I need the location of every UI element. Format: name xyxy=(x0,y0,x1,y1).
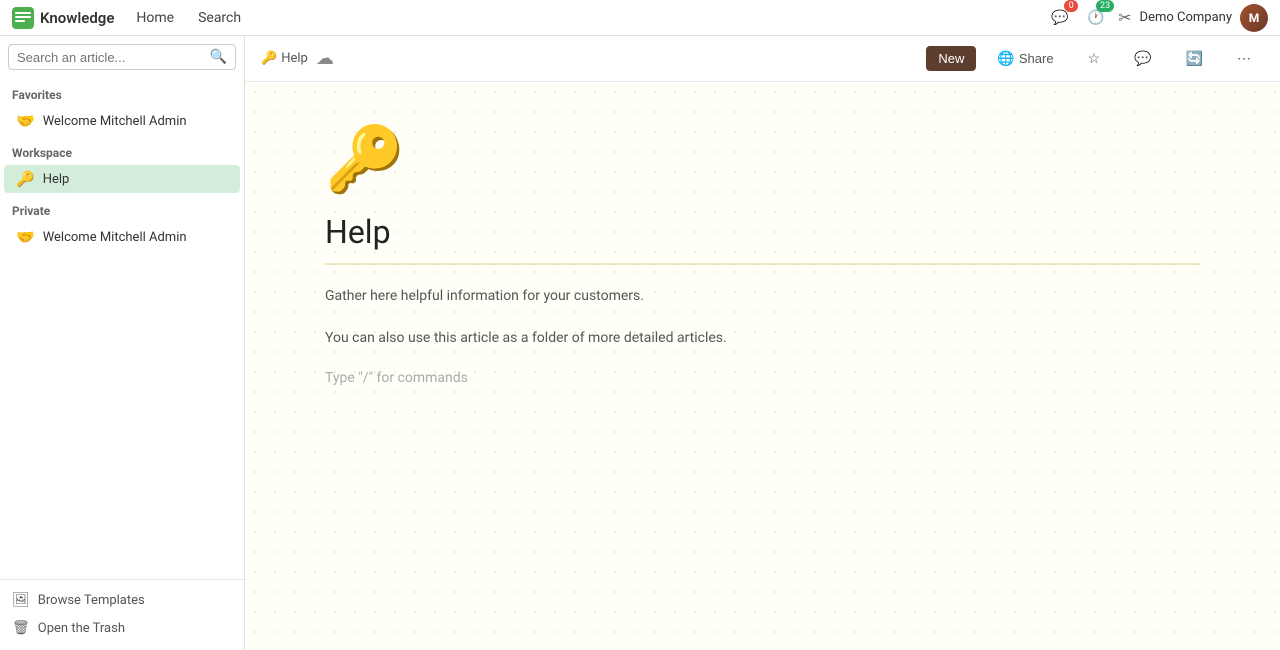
cloud-save-icon[interactable]: ☁ xyxy=(316,48,334,69)
article-content: 🔑 Help Gather here helpful information f… xyxy=(245,82,1280,650)
company-name-label[interactable]: Demo Company xyxy=(1140,10,1232,25)
sidebar-item-help[interactable]: 🔑 Help xyxy=(4,165,240,193)
favorites-section-title: Favorites xyxy=(0,78,244,106)
main-layout: 🔍 Favorites 🤝 Welcome Mitchell Admin Wor… xyxy=(0,36,1280,650)
share-icon: 🌐 xyxy=(997,50,1014,67)
article-title[interactable]: Help xyxy=(325,213,1200,265)
avatar-initials: M xyxy=(1240,4,1268,32)
search-icon[interactable]: 🔍 xyxy=(210,49,227,65)
avatar[interactable]: M xyxy=(1240,4,1268,32)
nav-home[interactable]: Home xyxy=(126,6,184,30)
sidebar-item-welcome-fav[interactable]: 🤝 Welcome Mitchell Admin xyxy=(4,107,240,135)
chat-notifications-btn[interactable]: 💬 0 xyxy=(1046,4,1074,32)
browse-templates-btn[interactable]: 🖼 Browse Templates xyxy=(0,586,244,614)
workspace-section-title: Workspace xyxy=(0,136,244,164)
breadcrumb: 🔑 Help xyxy=(261,51,308,66)
open-trash-label: Open the Trash xyxy=(38,621,125,636)
more-button[interactable]: ⋯ xyxy=(1224,44,1264,73)
comment-button[interactable]: 💬 xyxy=(1121,44,1164,73)
history-icon: 🔄 xyxy=(1186,50,1203,67)
article-paragraph-1: Gather here helpful information for your… xyxy=(325,285,1200,307)
sidebar-item-welcome-fav-label: Welcome Mitchell Admin xyxy=(43,114,187,129)
content-toolbar: 🔑 Help ☁ New 🌐 Share ☆ 💬 🔄 ⋯ xyxy=(245,36,1280,82)
star-button[interactable]: ☆ xyxy=(1075,44,1114,73)
app-name-label: Knowledge xyxy=(40,9,114,27)
search-box[interactable]: 🔍 xyxy=(8,44,236,70)
help-icon: 🔑 xyxy=(16,170,35,188)
activity-badge: 23 xyxy=(1096,0,1114,12)
share-button[interactable]: 🌐 Share xyxy=(984,44,1066,73)
activity-notifications-btn[interactable]: 🕐 23 xyxy=(1082,4,1110,32)
app-logo-icon xyxy=(12,7,34,29)
open-trash-btn[interactable]: 🗑 Open the Trash xyxy=(0,614,244,642)
nav-search[interactable]: Search xyxy=(188,6,251,30)
article-body: Gather here helpful information for your… xyxy=(325,285,1200,386)
activity-icon: 🕐 xyxy=(1087,10,1104,26)
breadcrumb-icon: 🔑 xyxy=(261,51,277,66)
scissors-icon[interactable]: ✂ xyxy=(1118,8,1131,27)
article-paragraph-2: You can also use this article as a folde… xyxy=(325,327,1200,349)
new-button[interactable]: New xyxy=(926,46,976,71)
nav-right: 💬 0 🕐 23 ✂ Demo Company M xyxy=(1046,4,1268,32)
article-icon: 🔑 xyxy=(325,122,1200,197)
breadcrumb-label: Help xyxy=(281,51,308,66)
more-icon: ⋯ xyxy=(1237,50,1251,67)
chat-badge: 0 xyxy=(1064,0,1078,12)
trash-icon: 🗑 xyxy=(12,620,30,636)
star-icon: ☆ xyxy=(1088,50,1101,67)
browse-templates-icon: 🖼 xyxy=(12,592,30,608)
search-input[interactable] xyxy=(17,50,204,65)
welcome-fav-icon: 🤝 xyxy=(16,112,35,130)
sidebar-item-welcome-priv-label: Welcome Mitchell Admin xyxy=(43,230,187,245)
sidebar-item-welcome-priv[interactable]: 🤝 Welcome Mitchell Admin xyxy=(4,223,240,251)
welcome-priv-icon: 🤝 xyxy=(16,228,35,246)
top-nav: Knowledge Home Search 💬 0 🕐 23 ✂ Demo Co… xyxy=(0,0,1280,36)
comment-icon: 💬 xyxy=(1134,50,1151,67)
browse-templates-label: Browse Templates xyxy=(38,593,145,608)
sidebar-item-help-label: Help xyxy=(43,172,70,187)
share-label: Share xyxy=(1019,51,1054,66)
history-button[interactable]: 🔄 xyxy=(1173,44,1216,73)
private-section-title: Private xyxy=(0,194,244,222)
sidebar-footer: 🖼 Browse Templates 🗑 Open the Trash xyxy=(0,579,244,642)
app-logo[interactable]: Knowledge xyxy=(12,7,114,29)
sidebar: 🔍 Favorites 🤝 Welcome Mitchell Admin Wor… xyxy=(0,36,245,650)
article-command-hint[interactable]: Type "/" for commands xyxy=(325,370,1200,386)
content-area: 🔑 Help ☁ New 🌐 Share ☆ 💬 🔄 ⋯ xyxy=(245,36,1280,650)
chat-icon: 💬 xyxy=(1051,10,1068,26)
